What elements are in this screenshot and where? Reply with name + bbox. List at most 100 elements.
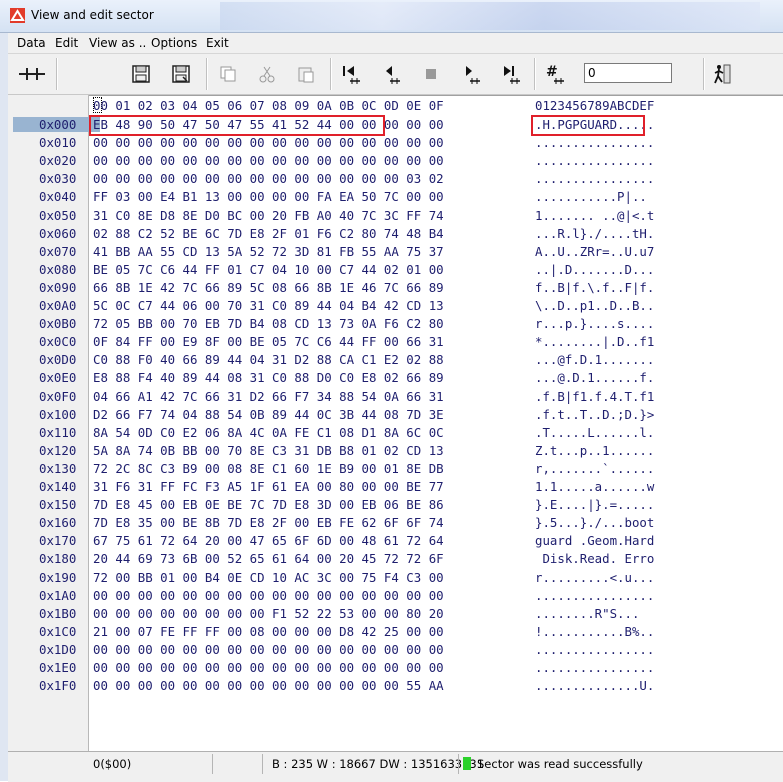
row-address: 0x0F0 <box>39 388 77 404</box>
sector-number-input[interactable] <box>584 63 672 83</box>
row-ascii[interactable]: ...@.D.1......f. <box>535 370 654 385</box>
goto-sector-button[interactable] <box>14 60 50 88</box>
row-hex-bytes[interactable]: 41 BB AA 55 CD 13 5A 52 72 3D 81 FB 55 A… <box>93 244 444 259</box>
row-hex-bytes[interactable]: 00 00 00 00 00 00 00 00 00 00 00 00 00 0… <box>93 153 444 168</box>
stop-button[interactable] <box>416 60 446 88</box>
row-hex-bytes[interactable]: D2 66 F7 74 04 88 54 0B 89 44 0C 3B 44 0… <box>93 407 444 422</box>
status-values: B : 235 W : 18667 DW : 1351633131 <box>272 757 485 771</box>
status-offset: 0($00) <box>93 757 132 771</box>
row-ascii[interactable]: ...R.l}./....tH. <box>535 226 654 241</box>
row-hex-bytes[interactable]: 66 8B 1E 42 7C 66 89 5C 08 66 8B 1E 46 7… <box>93 280 444 295</box>
row-ascii[interactable]: }.E....|}.=..... <box>535 497 654 512</box>
save-as-button[interactable] <box>166 60 196 88</box>
copy-button[interactable] <box>213 60 243 88</box>
row-hex-bytes[interactable]: 31 F6 31 FF FC F3 A5 1F 61 EA 00 80 00 0… <box>93 479 444 494</box>
row-hex-bytes[interactable]: 5A 8A 74 0B BB 00 70 8E C3 31 DB B8 01 0… <box>93 443 444 458</box>
menu-options[interactable]: Options <box>151 36 197 50</box>
row-hex-bytes[interactable]: 21 00 07 FE FF FF 00 08 00 00 00 D8 42 2… <box>93 624 444 639</box>
row-hex-bytes[interactable]: 00 00 00 00 00 00 00 00 00 00 00 00 00 0… <box>93 588 444 603</box>
row-hex-bytes[interactable]: 67 75 61 72 64 20 00 47 65 6F 6D 00 48 6… <box>93 533 444 548</box>
row-address: 0x150 <box>39 497 77 513</box>
row-hex-bytes[interactable]: C0 88 F0 40 66 89 44 04 31 D2 88 CA C1 E… <box>93 352 444 367</box>
row-hex-bytes[interactable]: 72 05 BB 00 70 EB 7D B4 08 CD 13 73 0A F… <box>93 316 444 331</box>
row-hex-bytes[interactable]: FF 03 00 E4 B1 13 00 00 00 00 FA EA 50 7… <box>93 189 444 204</box>
row-ascii[interactable]: .f.t..T..D.;D.}> <box>535 407 654 422</box>
row-address: 0x110 <box>39 424 77 440</box>
next-sector-button[interactable] <box>456 60 486 88</box>
save-button[interactable] <box>126 60 156 88</box>
last-sector-button[interactable] <box>496 60 526 88</box>
row-address: 0x160 <box>39 515 77 531</box>
row-hex-bytes[interactable]: 7D E8 45 00 EB 0E BE 7C 7D E8 3D 00 EB 0… <box>93 497 444 512</box>
row-hex-bytes[interactable]: 72 00 BB 01 00 B4 0E CD 10 AC 3C 00 75 F… <box>93 570 444 585</box>
row-address: 0x040 <box>39 189 77 205</box>
row-ascii[interactable]: ........R"S... <box>535 606 654 621</box>
row-ascii[interactable]: *........|.D..f1 <box>535 334 654 349</box>
row-hex-bytes[interactable]: 00 00 00 00 00 00 00 00 00 00 00 00 00 0… <box>93 171 444 186</box>
row-ascii[interactable]: r...p.}....s.... <box>535 316 654 331</box>
row-hex-bytes[interactable]: 20 44 69 73 6B 00 52 65 61 64 00 20 45 7… <box>93 551 444 566</box>
row-ascii[interactable]: f..B|f.\.f..F|f. <box>535 280 654 295</box>
row-ascii[interactable]: ................ <box>535 153 654 168</box>
menu-exit[interactable]: Exit <box>206 36 229 50</box>
menu-edit[interactable]: Edit <box>55 36 78 50</box>
exit-button[interactable] <box>708 60 738 88</box>
row-hex-bytes[interactable]: 00 00 00 00 00 00 00 00 00 00 00 00 00 0… <box>93 660 444 675</box>
previous-icon <box>386 66 400 84</box>
row-address: 0x030 <box>39 171 77 187</box>
row-hex-bytes[interactable]: 02 88 C2 52 BE 6C 7D E8 2F 01 F6 C2 80 7… <box>93 226 444 241</box>
row-ascii[interactable]: .T.....L......l. <box>535 425 654 440</box>
row-ascii[interactable]: 1.1.....a......w <box>535 479 654 494</box>
row-address: 0x020 <box>39 153 77 169</box>
row-hex-bytes[interactable]: 00 00 00 00 00 00 00 00 F1 52 22 53 00 0… <box>93 606 444 621</box>
menu-data[interactable]: Data <box>17 36 46 50</box>
row-ascii[interactable]: r.........<.u... <box>535 570 654 585</box>
row-address: 0x180 <box>39 551 77 567</box>
row-ascii[interactable]: guard .Geom.Hard <box>535 533 654 548</box>
row-ascii[interactable]: A..U..ZRr=..U.u7 <box>535 244 654 259</box>
paste-button[interactable] <box>291 60 321 88</box>
skip-first-icon <box>343 66 360 84</box>
row-hex-bytes[interactable]: 72 2C 8C C3 B9 00 08 8E C1 60 1E B9 00 0… <box>93 461 444 476</box>
row-ascii[interactable]: Z.t...p..1...... <box>535 443 654 458</box>
row-ascii[interactable]: }.5...}./...boot <box>535 515 654 530</box>
previous-sector-button[interactable] <box>376 60 406 88</box>
row-ascii[interactable]: ..|.D.......D... <box>535 262 654 277</box>
row-ascii[interactable]: ................ <box>535 642 654 657</box>
row-hex-bytes[interactable]: 00 00 00 00 00 00 00 00 00 00 00 00 00 0… <box>93 678 444 693</box>
skip-last-icon <box>504 66 520 84</box>
row-hex-bytes[interactable]: 04 66 A1 42 7C 66 31 D2 66 F7 34 88 54 0… <box>93 389 444 404</box>
row-ascii[interactable]: .f.B|f1.f.4.T.f1 <box>535 389 654 404</box>
row-hex-bytes[interactable]: 31 C0 8E D8 8E D0 BC 00 20 FB A0 40 7C 3… <box>93 208 444 223</box>
row-ascii[interactable]: r,.......`...... <box>535 461 654 476</box>
row-hex-bytes[interactable]: BE 05 7C C6 44 FF 01 C7 04 10 00 C7 44 0… <box>93 262 444 277</box>
row-ascii[interactable]: ................ <box>535 588 654 603</box>
cut-button[interactable] <box>252 60 282 88</box>
title-bar-glass <box>220 2 760 30</box>
row-hex-bytes[interactable]: 8A 54 0D C0 E2 06 8A 4C 0A FE C1 08 D1 8… <box>93 425 444 440</box>
row-ascii[interactable]: \..D..p1..D..B.. <box>535 298 654 313</box>
row-ascii[interactable]: !...........B%.. <box>535 624 654 639</box>
row-ascii[interactable]: ................ <box>535 135 654 150</box>
row-hex-bytes[interactable]: EB 48 90 50 47 50 47 55 41 52 44 00 00 0… <box>93 117 444 132</box>
first-sector-button[interactable] <box>336 60 366 88</box>
row-ascii[interactable]: 1....... ..@|<.t <box>535 208 654 223</box>
row-hex-bytes[interactable]: 00 00 00 00 00 00 00 00 00 00 00 00 00 0… <box>93 135 444 150</box>
row-hex-bytes[interactable]: 0F 84 FF 00 E9 8F 00 BE 05 7C C6 44 FF 0… <box>93 334 444 349</box>
next-icon <box>466 66 480 84</box>
row-ascii[interactable]: ..............U. <box>535 678 654 693</box>
row-address: 0x060 <box>39 225 77 241</box>
row-hex-bytes[interactable]: 00 00 00 00 00 00 00 00 00 00 00 00 00 0… <box>93 642 444 657</box>
menu-view-as[interactable]: View as .. <box>89 36 146 50</box>
row-hex-bytes[interactable]: 7D E8 35 00 BE 8B 7D E8 2F 00 EB FE 62 6… <box>93 515 444 530</box>
row-ascii[interactable]: ...........P|.. <box>535 189 647 204</box>
row-hex-bytes[interactable]: 5C 0C C7 44 06 00 70 31 C0 89 44 04 B4 4… <box>93 298 444 313</box>
row-hex-bytes[interactable]: E8 88 F4 40 89 44 08 31 C0 88 D0 C0 E8 0… <box>93 370 444 385</box>
sector-number-button[interactable]: # <box>540 60 570 88</box>
row-ascii[interactable]: ................ <box>535 171 654 186</box>
window-title: View and edit sector <box>31 8 154 22</box>
row-ascii[interactable]: Disk.Read. Erro <box>535 551 654 566</box>
row-ascii[interactable]: ................ <box>535 660 654 675</box>
row-ascii[interactable]: .H.PGPGUARD..... <box>535 117 654 132</box>
row-ascii[interactable]: ...@f.D.1....... <box>535 352 654 367</box>
